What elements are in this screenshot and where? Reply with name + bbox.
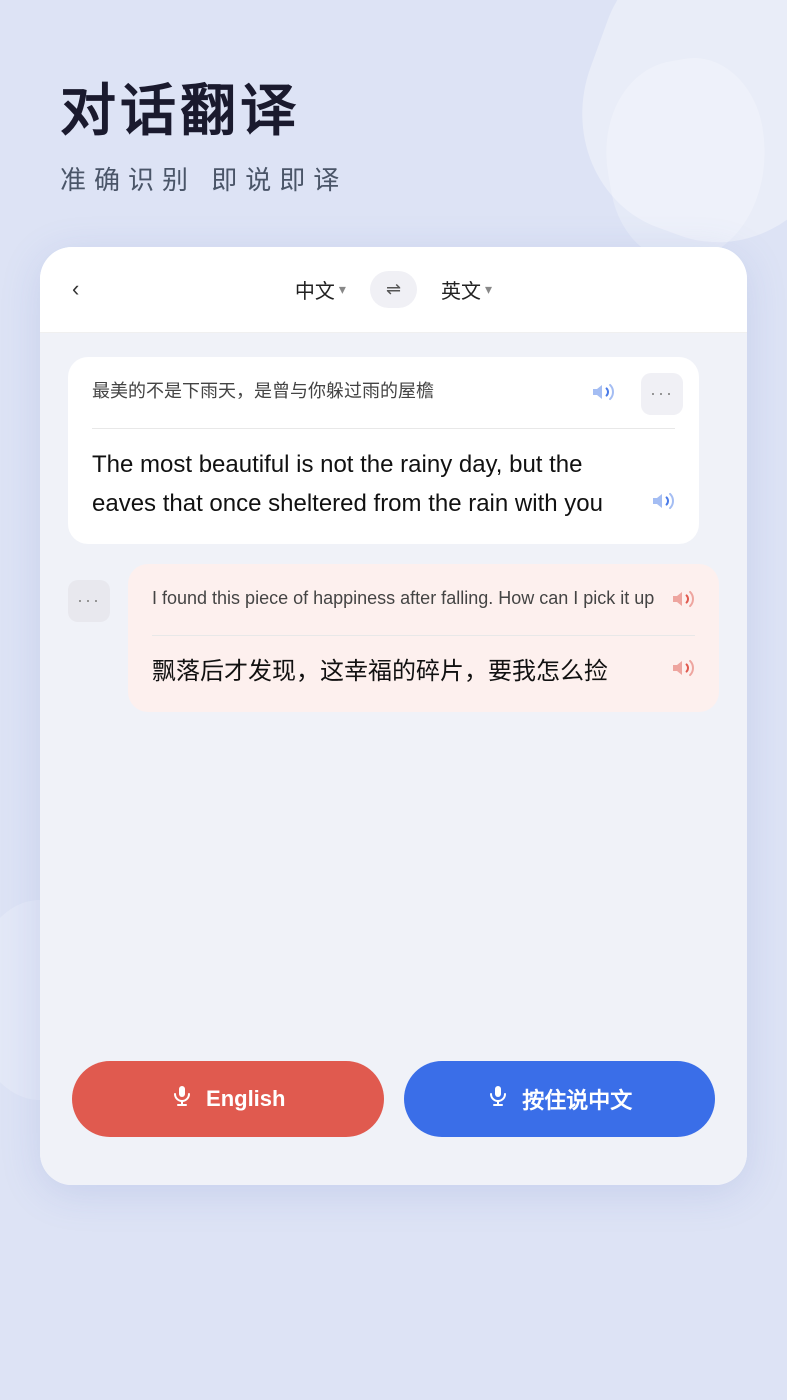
more-menu-button-2[interactable]: ··· bbox=[68, 580, 110, 622]
message-2-wrapper: ··· I found this piece of happiness afte… bbox=[68, 564, 719, 712]
msg-1-translation-sound-icon[interactable] bbox=[651, 488, 675, 524]
back-button[interactable]: ‹ bbox=[72, 276, 79, 302]
msg-1-original: 最美的不是下雨天，是曾与你躲过雨的屋檐 bbox=[92, 377, 675, 429]
msg-2-original: I found this piece of happiness after fa… bbox=[152, 584, 695, 636]
lang-right-arrow: ▾ bbox=[485, 281, 492, 298]
msg-1-original-text: 最美的不是下雨天，是曾与你躲过雨的屋檐 bbox=[92, 377, 581, 406]
chinese-button-label: 按住说中文 bbox=[522, 1083, 632, 1115]
msg-2-translation-sound-icon[interactable] bbox=[671, 655, 695, 691]
bottom-bar: English 按住说中文 bbox=[40, 1033, 747, 1185]
page-title: 对话翻译 bbox=[60, 80, 727, 142]
card-header: ‹ 中文 ▾ ⇌ 英文 ▾ bbox=[40, 247, 747, 333]
message-2: I found this piece of happiness after fa… bbox=[128, 564, 719, 712]
english-speak-button[interactable]: English bbox=[72, 1061, 384, 1137]
msg-2-original-text: I found this piece of happiness after fa… bbox=[152, 584, 661, 613]
msg-1-translation-text: The most beautiful is not the rainy day,… bbox=[92, 445, 641, 524]
msg-2-translation: 飘落后才发现，这幸福的碎片，要我怎么捡 bbox=[152, 636, 695, 692]
english-mic-icon bbox=[170, 1084, 194, 1114]
chinese-mic-icon bbox=[486, 1084, 510, 1114]
phone-card: ‹ 中文 ▾ ⇌ 英文 ▾ ··· 最美的不是下雨天，是曾与你躲过雨的屋檐 bbox=[40, 247, 747, 1185]
lang-left-button[interactable]: 中文 ▾ bbox=[295, 275, 346, 304]
lang-right-button[interactable]: 英文 ▾ bbox=[441, 275, 492, 304]
swap-button[interactable]: ⇌ bbox=[370, 271, 417, 308]
message-1: ··· 最美的不是下雨天，是曾与你躲过雨的屋檐 The most beautif… bbox=[68, 357, 699, 544]
lang-left-arrow: ▾ bbox=[339, 281, 346, 298]
msg-1-translation: The most beautiful is not the rainy day,… bbox=[92, 429, 675, 524]
page-header: 对话翻译 准确识别 即说即译 bbox=[0, 0, 787, 237]
chat-area: ··· 最美的不是下雨天，是曾与你躲过雨的屋檐 The most beautif… bbox=[40, 333, 747, 1033]
msg-1-sound-icon[interactable] bbox=[591, 379, 615, 414]
more-menu-button-1[interactable]: ··· bbox=[641, 373, 683, 415]
english-button-label: English bbox=[206, 1086, 285, 1112]
chinese-speak-button[interactable]: 按住说中文 bbox=[404, 1061, 716, 1137]
page-subtitle: 准确识别 即说即译 bbox=[60, 160, 727, 197]
msg-2-sound-icon[interactable] bbox=[671, 586, 695, 621]
msg-2-translation-text: 飘落后才发现，这幸福的碎片，要我怎么捡 bbox=[152, 652, 661, 692]
